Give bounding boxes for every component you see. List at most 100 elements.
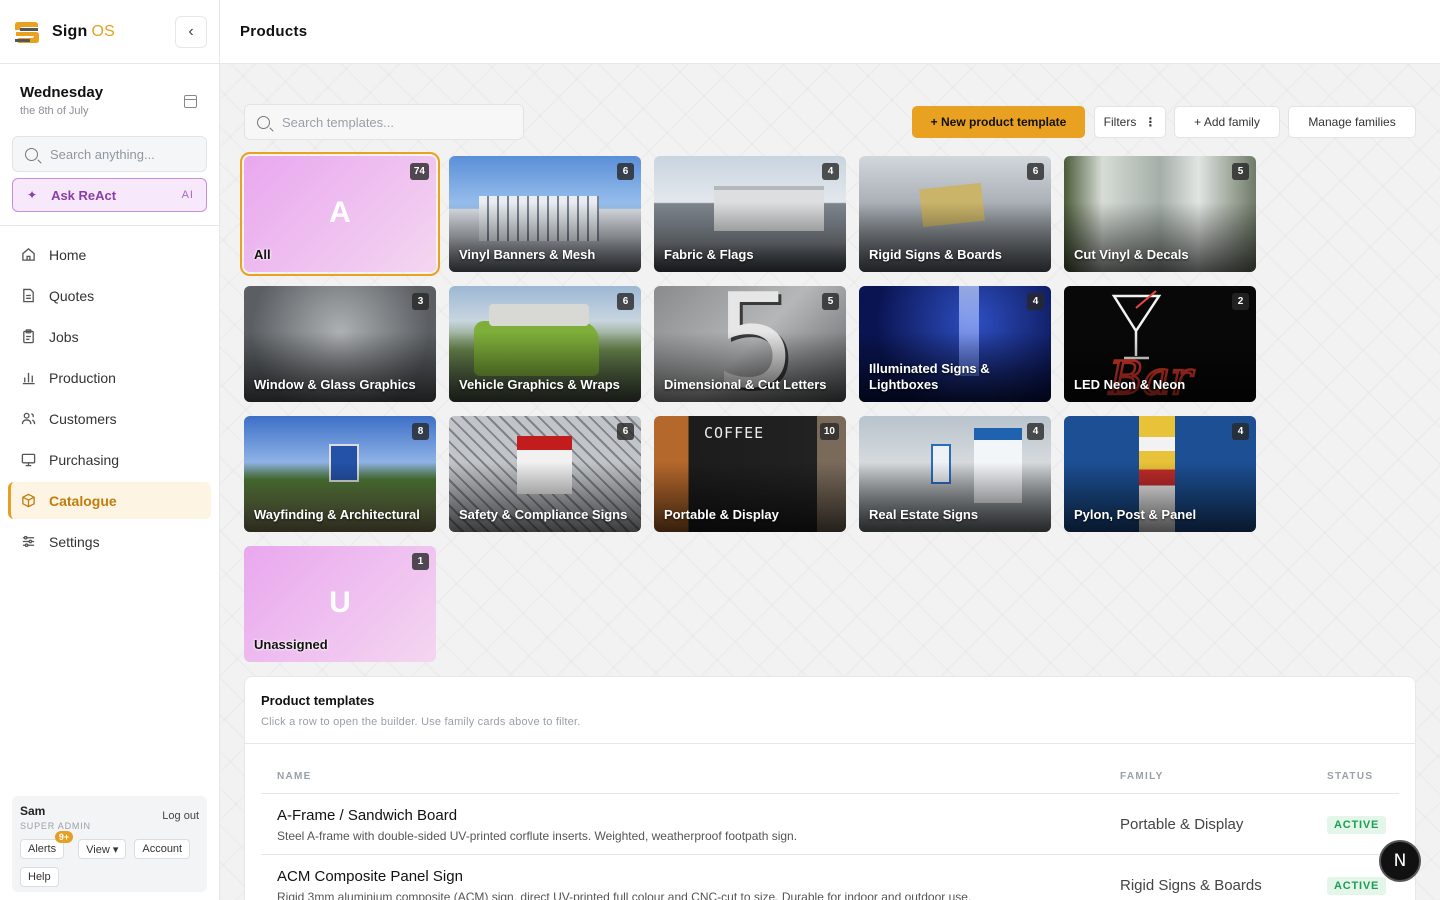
template-search-input[interactable]: Search templates...: [244, 104, 524, 140]
assistant-fab-button[interactable]: N: [1379, 840, 1421, 882]
filters-button[interactable]: Filters ⋮: [1094, 106, 1166, 138]
panel-subtitle: Click a row to open the builder. Use fam…: [261, 716, 581, 728]
family-card-vinyl-banners[interactable]: 6 Vinyl Banners & Mesh: [449, 156, 641, 272]
family-label: Cut Vinyl & Decals: [1074, 247, 1189, 262]
family-card-cut-vinyl[interactable]: 5 Cut Vinyl & Decals: [1064, 156, 1256, 272]
catalogue-toolbar: Search templates... + New product templa…: [244, 104, 1416, 140]
sidebar-item-label: Production: [49, 369, 116, 386]
main-content: Search templates... + New product templa…: [220, 64, 1440, 900]
sidebar-item-catalogue[interactable]: Catalogue: [8, 482, 211, 519]
sidebar-item-label: Settings: [49, 533, 100, 550]
sidebar-item-quotes[interactable]: Quotes: [8, 277, 211, 314]
bar-chart-icon: [20, 370, 36, 386]
family-card-portable-display[interactable]: COFFEE 10 Portable & Display: [654, 416, 846, 532]
add-family-button[interactable]: + Add family: [1174, 106, 1280, 138]
panel-title: Product templates: [261, 693, 375, 708]
family-card-led-neon[interactable]: Bar 2 LED Neon & Neon: [1064, 286, 1256, 402]
sidebar-item-jobs[interactable]: Jobs: [8, 318, 211, 355]
family-label: Portable & Display: [664, 507, 779, 522]
search-icon: [257, 115, 270, 129]
family-card-unassigned[interactable]: U 1 Unassigned: [244, 546, 436, 662]
search-icon: [25, 147, 38, 161]
sidebar-item-label: Home: [49, 246, 87, 263]
sidebar-item-home[interactable]: Home: [8, 236, 211, 273]
family-card-real-estate[interactable]: 4 Real Estate Signs: [859, 416, 1051, 532]
family-card-vehicle-graphics[interactable]: 6 Vehicle Graphics & Wraps: [449, 286, 641, 402]
sidebar-item-customers[interactable]: Customers: [8, 400, 211, 437]
family-label: Unassigned: [254, 637, 328, 652]
family-card-wayfinding[interactable]: 8 Wayfinding & Architectural: [244, 416, 436, 532]
collapse-sidebar-button[interactable]: ‹: [175, 16, 207, 48]
sidebar-item-settings[interactable]: Settings: [8, 523, 211, 560]
family-count: 6: [1027, 163, 1044, 180]
user-card: Sam SUPER ADMIN Log out Alerts 9+ View ▾ …: [12, 796, 207, 892]
sidebar: Sign OS ‹ Wednesday the 8th of July Searc…: [0, 0, 220, 900]
product-templates-panel: Product templates Click a row to open th…: [244, 676, 1416, 900]
family-label: Rigid Signs & Boards: [869, 247, 1002, 262]
brand: Sign OS ‹: [0, 0, 219, 64]
date-sub: the 8th of July: [20, 105, 89, 117]
family-label: Vehicle Graphics & Wraps: [459, 377, 620, 392]
alerts-button[interactable]: Alerts 9+: [20, 831, 74, 859]
family-count: 6: [617, 423, 634, 440]
sidebar-item-production[interactable]: Production: [8, 359, 211, 396]
family-card-rigid-signs[interactable]: 6 Rigid Signs & Boards: [859, 156, 1051, 272]
family-label: Window & Glass Graphics: [254, 377, 416, 392]
family-label: All: [254, 247, 271, 262]
family-label: Fabric & Flags: [664, 247, 754, 262]
logout-link[interactable]: Log out: [162, 810, 199, 822]
family-card-fabric-flags[interactable]: 4 Fabric & Flags: [654, 156, 846, 272]
family-count: 3: [412, 293, 429, 310]
family-count: 6: [617, 293, 634, 310]
sliders-icon: [20, 534, 36, 550]
table-row[interactable]: ACM Composite Panel Sign Rigid 3mm alumi…: [261, 855, 1399, 900]
new-product-template-button[interactable]: + New product template: [912, 106, 1085, 138]
family-count: 5: [822, 293, 839, 310]
alerts-badge: 9+: [54, 831, 74, 843]
template-description: Steel A-frame with double-sided UV-print…: [277, 829, 798, 843]
ask-react-button[interactable]: ✦ Ask ReAct AI: [12, 178, 207, 212]
global-search-input[interactable]: Search anything...: [12, 136, 207, 172]
home-icon: [20, 247, 36, 263]
family-card-safety-compliance[interactable]: 6 Safety & Compliance Signs: [449, 416, 641, 532]
table-header: NAME FAMILY STATUS: [261, 744, 1399, 794]
family-count: 4: [1232, 423, 1249, 440]
family-letter: U: [329, 586, 351, 619]
template-search-placeholder: Search templates...: [282, 114, 394, 130]
column-header-name[interactable]: NAME: [277, 771, 312, 782]
family-count: 4: [1027, 423, 1044, 440]
family-count: 8: [412, 423, 429, 440]
chevron-left-icon: ‹: [188, 23, 194, 40]
family-card-dimensional-letters[interactable]: 5 5 Dimensional & Cut Letters: [654, 286, 846, 402]
family-card-window-glass[interactable]: 3 Window & Glass Graphics: [244, 286, 436, 402]
sidebar-item-purchasing[interactable]: Purchasing: [8, 441, 211, 478]
calendar-icon[interactable]: [184, 95, 197, 108]
family-card-pylon-post-panel[interactable]: 4 Pylon, Post & Panel: [1064, 416, 1256, 532]
family-label: Pylon, Post & Panel: [1074, 507, 1197, 522]
template-family: Portable & Display: [1120, 816, 1244, 833]
family-card-all[interactable]: A 74 All: [240, 152, 440, 276]
table-row[interactable]: A-Frame / Sandwich Board Steel A-frame w…: [261, 794, 1399, 855]
sign-os-logo[interactable]: [12, 17, 42, 47]
sidebar-item-label: Quotes: [49, 287, 95, 304]
manage-families-button[interactable]: Manage families: [1288, 106, 1416, 138]
template-family: Rigid Signs & Boards: [1120, 877, 1262, 894]
document-icon: [20, 288, 36, 304]
column-header-status[interactable]: STATUS: [1327, 771, 1373, 782]
help-button[interactable]: Help: [20, 867, 59, 887]
family-label: Dimensional & Cut Letters: [664, 377, 827, 392]
family-count: 2: [1232, 293, 1249, 310]
brand-name: Sign OS: [52, 22, 115, 40]
view-menu-button[interactable]: View ▾: [78, 839, 127, 859]
ai-tag: AI: [181, 189, 194, 201]
top-bar: Products: [220, 0, 1440, 64]
column-header-family[interactable]: FAMILY: [1120, 771, 1164, 782]
sidebar-item-label: Catalogue: [49, 492, 117, 509]
user-role: SUPER ADMIN: [20, 821, 91, 831]
family-count: 10: [819, 423, 839, 440]
account-button[interactable]: Account: [134, 839, 191, 859]
template-description: Rigid 3mm aluminium composite (ACM) sign…: [277, 890, 972, 900]
sidebar-item-label: Jobs: [49, 328, 79, 345]
family-card-illuminated-signs[interactable]: 4 Illuminated Signs & Lightboxes: [859, 286, 1051, 402]
date-day: Wednesday: [20, 84, 104, 101]
